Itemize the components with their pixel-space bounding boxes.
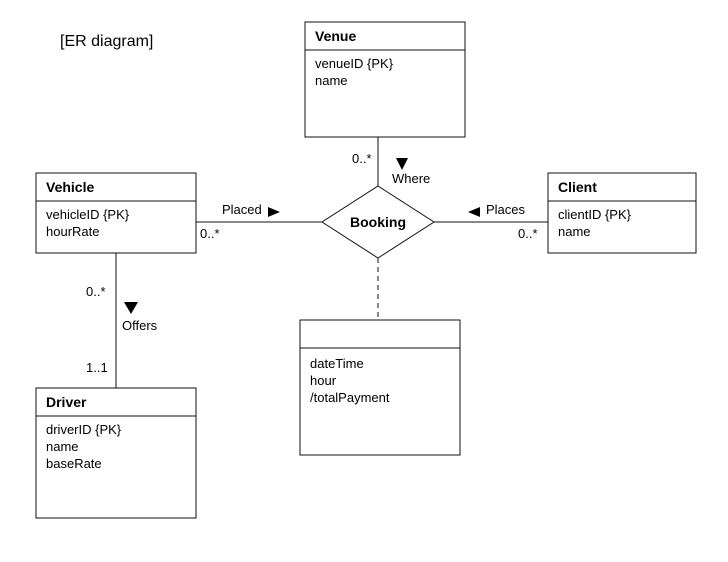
arrow-up-icon xyxy=(396,158,408,170)
entity-driver-name: Driver xyxy=(46,394,87,410)
entity-vehicle: Vehicle vehicleID {PK} hourRate xyxy=(36,173,196,253)
mult-vehicle: 0..* xyxy=(200,226,220,241)
relationship-booking: Booking xyxy=(322,186,434,258)
link-client-booking: Places 0..* xyxy=(434,202,548,241)
label-places: Places xyxy=(486,202,526,217)
link-vehicle-driver: 0..* Offers 1..1 xyxy=(86,253,158,388)
booking-attr-1: hour xyxy=(310,373,337,388)
entity-venue: Venue venueID {PK} name xyxy=(305,22,465,137)
er-diagram: [ER diagram] Venue venueID {PK} name Veh… xyxy=(0,0,728,562)
link-vehicle-booking: Placed 0..* xyxy=(196,202,322,241)
entity-driver: Driver driverID {PK} name baseRate xyxy=(36,388,196,518)
entity-booking-attrs: dateTime hour /totalPayment xyxy=(300,320,460,455)
entity-venue-attr-1: name xyxy=(315,73,348,88)
relationship-booking-name: Booking xyxy=(350,214,406,230)
entity-client-name: Client xyxy=(558,179,597,195)
mult-offers-bottom: 1..1 xyxy=(86,360,108,375)
link-venue-booking: 0..* Where xyxy=(352,137,430,186)
booking-attr-0: dateTime xyxy=(310,356,364,371)
entity-client-attr-1: name xyxy=(558,224,591,239)
arrow-up-icon-offers xyxy=(124,302,138,314)
arrow-left-icon xyxy=(468,207,480,217)
mult-offers-top: 0..* xyxy=(86,284,106,299)
entity-client: Client clientID {PK} name xyxy=(548,173,696,253)
entity-vehicle-attr-1: hourRate xyxy=(46,224,99,239)
diagram-title: [ER diagram] xyxy=(60,33,153,50)
mult-venue: 0..* xyxy=(352,151,372,166)
entity-driver-attr-0: driverID {PK} xyxy=(46,422,122,437)
entity-vehicle-name: Vehicle xyxy=(46,179,94,195)
entity-driver-attr-2: baseRate xyxy=(46,456,102,471)
label-placed: Placed xyxy=(222,202,262,217)
entity-vehicle-attr-0: vehicleID {PK} xyxy=(46,207,130,222)
entity-venue-name: Venue xyxy=(315,28,356,44)
entity-client-attr-0: clientID {PK} xyxy=(558,207,632,222)
label-offers: Offers xyxy=(122,318,158,333)
booking-attr-2: /totalPayment xyxy=(310,390,390,405)
arrow-right-icon xyxy=(268,207,280,217)
mult-client: 0..* xyxy=(518,226,538,241)
entity-driver-attr-1: name xyxy=(46,439,79,454)
entity-venue-attr-0: venueID {PK} xyxy=(315,56,394,71)
label-where: Where xyxy=(392,171,430,186)
